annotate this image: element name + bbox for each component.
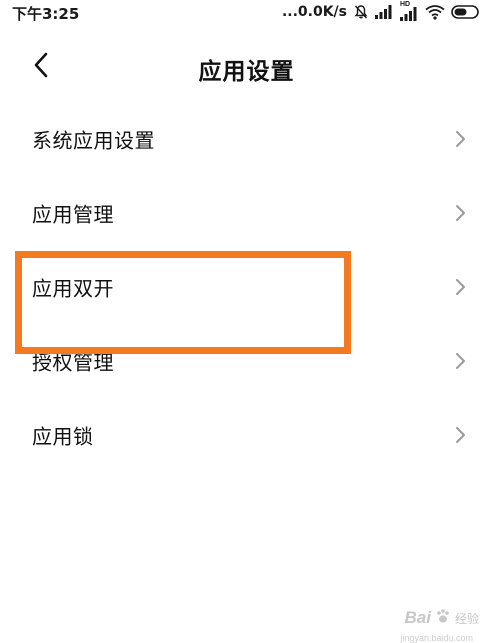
header: 应用设置 <box>0 40 493 96</box>
watermark-sub: 经验 <box>454 611 479 626</box>
settings-item-label: 应用双开 <box>32 276 114 301</box>
settings-item-label: 应用锁 <box>32 424 94 449</box>
status-time: 下午3:25 <box>12 5 80 23</box>
status-bar: 下午3:25 ...0.0K/s HD <box>0 0 493 24</box>
settings-item-permissions[interactable]: 授权管理 <box>0 324 493 398</box>
mute-bell-icon <box>353 4 369 20</box>
watermark-brand: Bai <box>404 608 431 627</box>
settings-item-app-management[interactable]: 应用管理 <box>0 176 493 250</box>
watermark-url: jingyan.baidu.com <box>400 633 473 643</box>
signal-icon <box>375 5 393 19</box>
settings-item-app-lock[interactable]: 应用锁 <box>0 398 493 472</box>
settings-item-dual-apps[interactable]: 应用双开 <box>0 250 493 324</box>
settings-item-label: 授权管理 <box>32 350 114 375</box>
paw-icon <box>435 608 451 628</box>
chevron-right-icon <box>453 129 467 149</box>
network-speed: ...0.0K/s <box>281 4 347 20</box>
chevron-right-icon <box>453 351 467 371</box>
settings-item-label: 系统应用设置 <box>32 128 155 153</box>
watermark: Bai 经验 <box>405 605 479 631</box>
page-title: 应用设置 <box>198 59 295 85</box>
battery-icon <box>451 4 481 20</box>
wifi-icon <box>425 4 445 20</box>
chevron-right-icon <box>453 277 467 297</box>
chevron-right-icon <box>453 425 467 445</box>
settings-item-system-app[interactable]: 系统应用设置 <box>0 102 493 176</box>
chevron-right-icon <box>453 203 467 223</box>
hd-signal-icon: HD <box>399 1 419 21</box>
settings-item-label: 应用管理 <box>32 202 114 227</box>
status-icons: ...0.0K/s HD <box>281 1 481 21</box>
